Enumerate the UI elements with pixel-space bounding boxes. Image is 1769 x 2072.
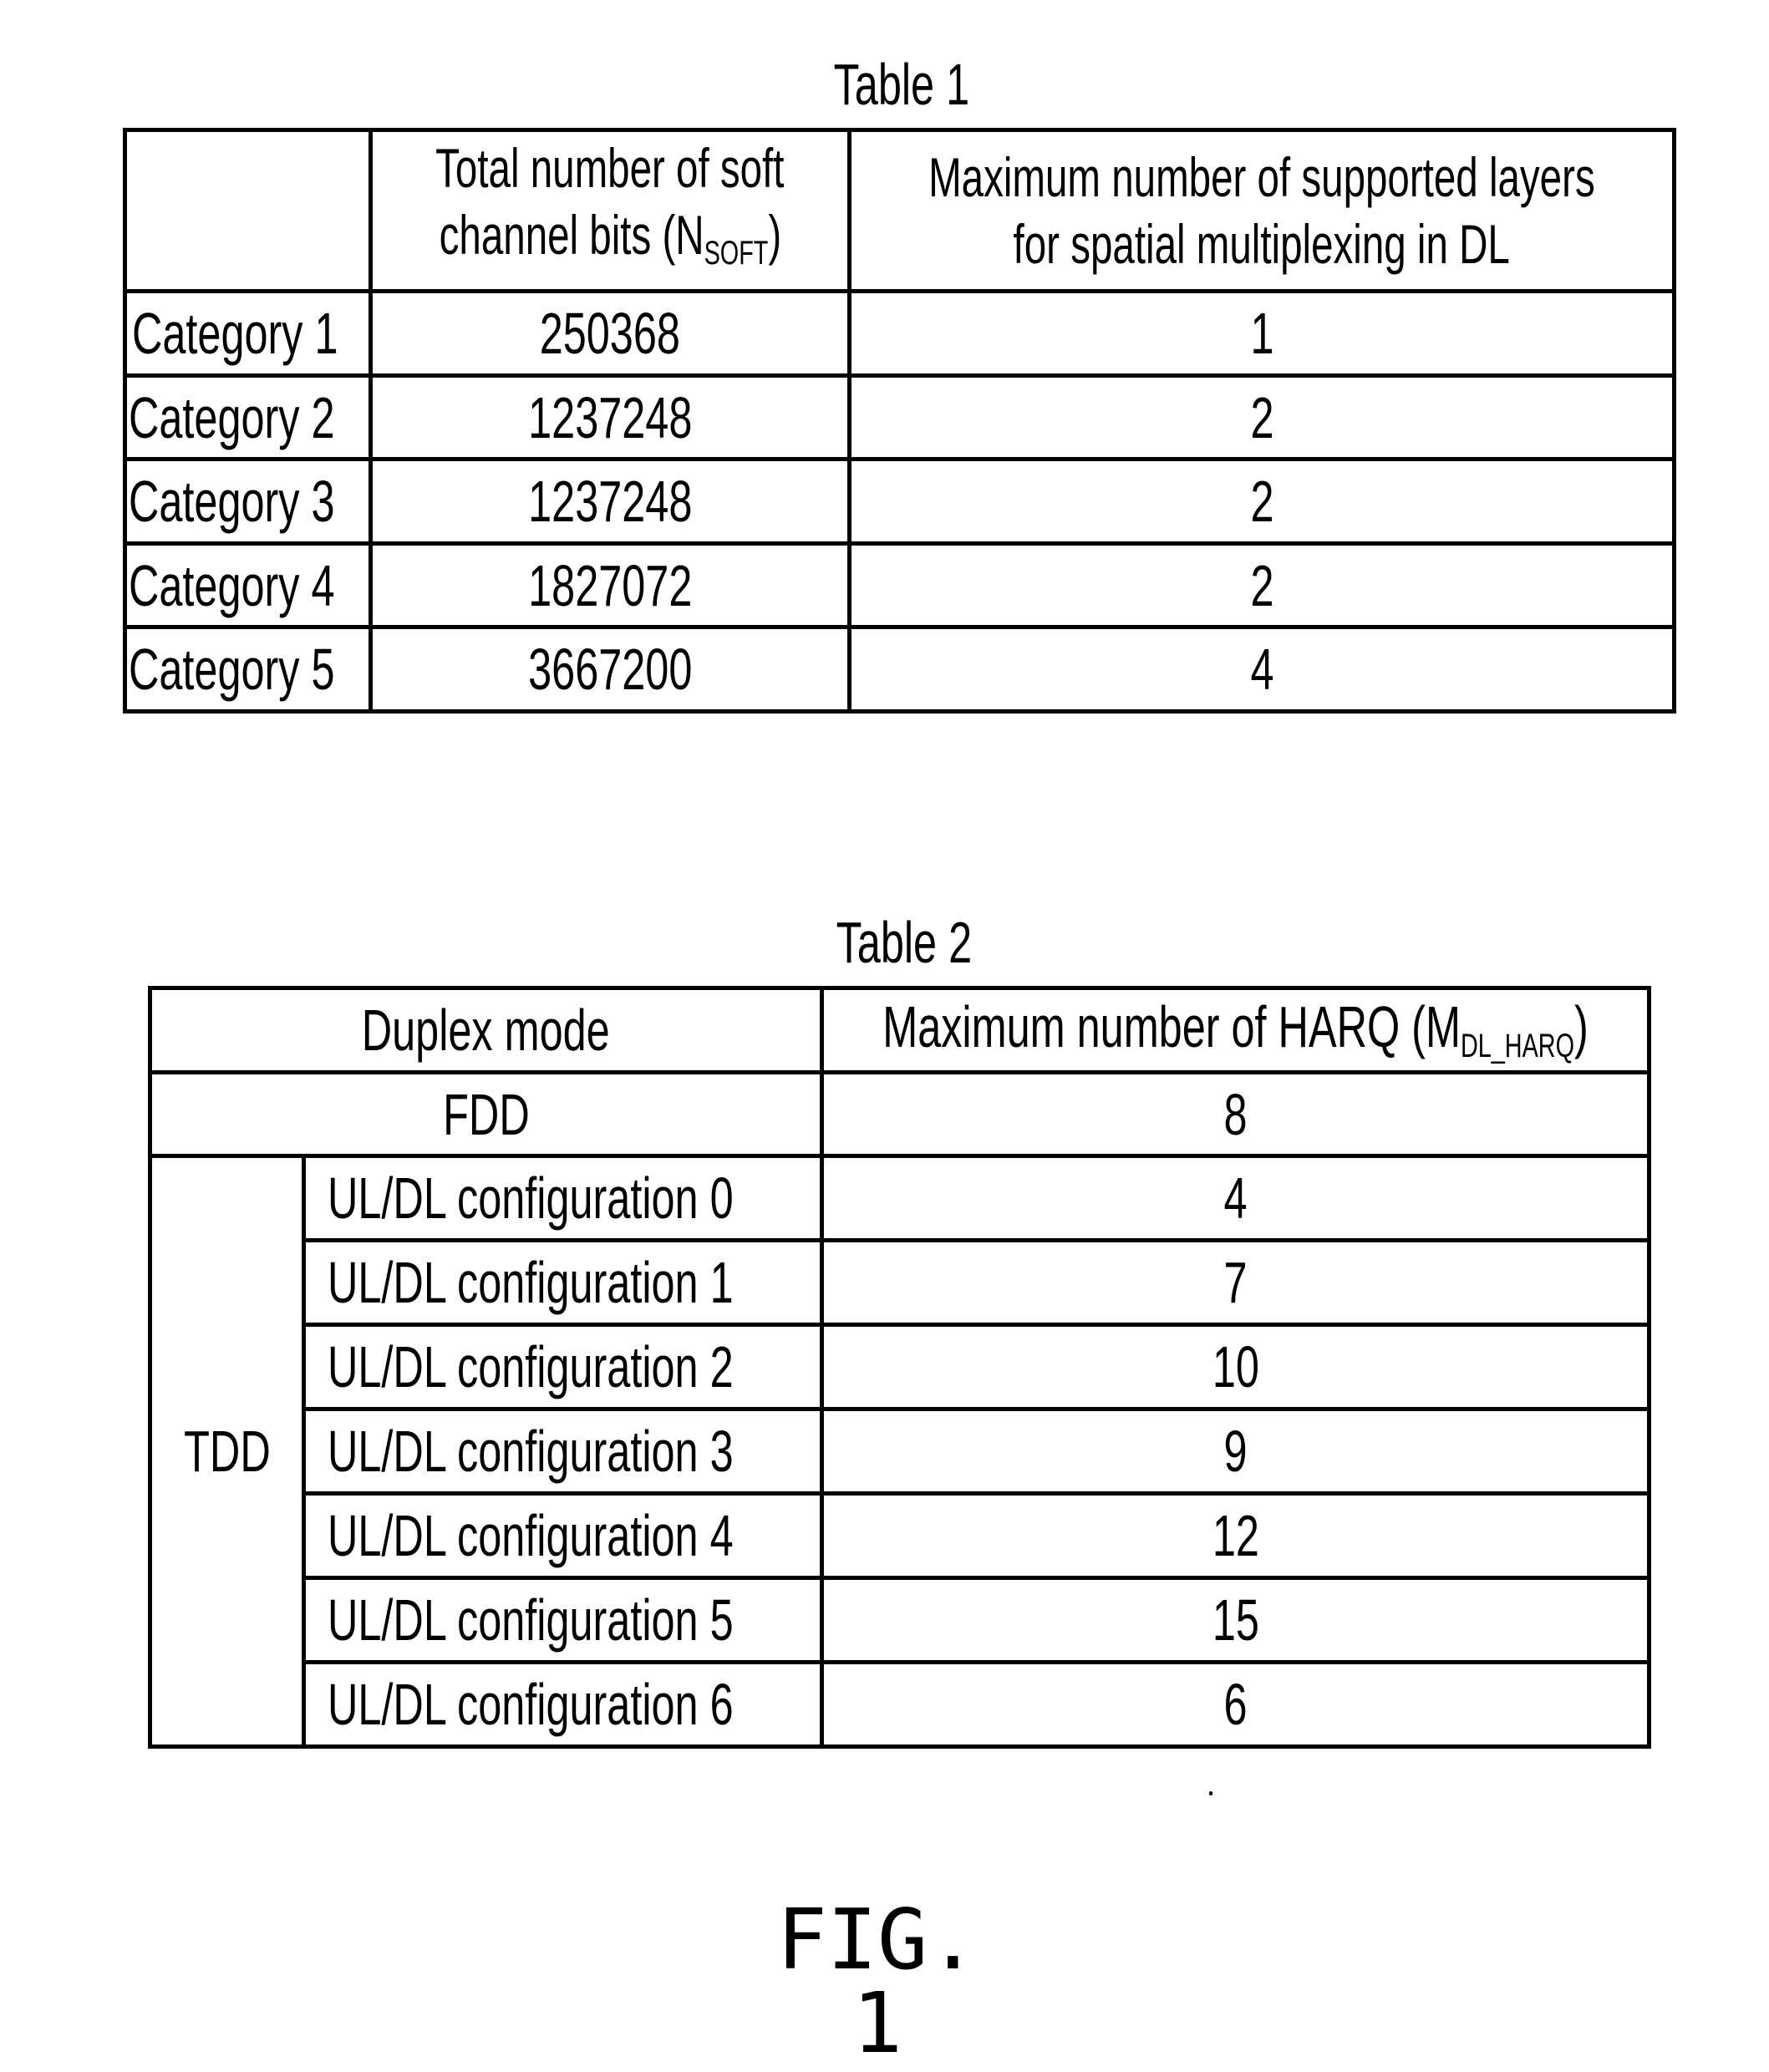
table1-border-bottom [125, 709, 1676, 714]
table2-border-bottom [150, 1744, 1651, 1749]
soft-bits-cell: 1237248 [527, 385, 693, 450]
header-line: for spatial multiplexing in DL [1013, 213, 1511, 275]
category-cell: Category 4 [129, 553, 335, 618]
config-cell: UL/DL configuration 2 [328, 1334, 734, 1399]
table2-header-max-harq: Maximum number of HARQ (MDL_HARQ) [882, 994, 1589, 1064]
table1-header-layers: Maximum number of supported layers for s… [851, 132, 1672, 289]
scan-artifact-dot [1209, 1791, 1212, 1795]
soft-bits-cell: 3667200 [527, 637, 693, 702]
layers-cell: 2 [1249, 385, 1274, 450]
header-line: Maximum number of supported layers [928, 146, 1595, 208]
table2-header-duplex-mode: Duplex mode [362, 998, 610, 1063]
table1-header-soft-bits: Total number of soft channel bits (NSOFT… [373, 132, 847, 289]
layers-cell: 1 [1249, 301, 1274, 366]
soft-bits-cell: 1237248 [527, 469, 693, 534]
harq-value-cell: 6 [1223, 1672, 1248, 1737]
config-cell: UL/DL configuration 4 [328, 1503, 734, 1568]
category-cell: Category 3 [129, 469, 335, 534]
category-cell: Category 1 [132, 301, 338, 366]
soft-bits-cell: 250368 [539, 301, 681, 366]
harq-value-cell: 8 [1223, 1081, 1248, 1147]
subscript: SOFT [704, 235, 768, 272]
table2-title: Table 2 [836, 910, 973, 975]
layers-cell: 2 [1249, 553, 1274, 618]
layers-cell: 2 [1249, 469, 1274, 534]
harq-value-cell: 10 [1212, 1334, 1259, 1399]
category-cell: Category 2 [129, 385, 335, 450]
category-cell: Category 5 [129, 637, 335, 702]
figure-label: FIG. 1 [776, 1891, 979, 2072]
soft-bits-cell: 1827072 [527, 553, 693, 618]
tdd-mode-cell: TDD [183, 1419, 271, 1484]
harq-value-cell: 4 [1223, 1166, 1248, 1231]
config-cell: UL/DL configuration 6 [328, 1672, 734, 1737]
header-line: channel bits (NSOFT) [439, 204, 781, 272]
harq-value-cell: 9 [1223, 1419, 1248, 1484]
duplex-mode-cell: FDD [442, 1081, 530, 1147]
harq-value-cell: 12 [1212, 1503, 1259, 1568]
config-cell: UL/DL configuration 1 [328, 1250, 734, 1315]
header-line: Total number of soft [435, 137, 785, 199]
config-cell: UL/DL configuration 5 [328, 1587, 734, 1653]
harq-value-cell: 15 [1212, 1587, 1259, 1653]
layers-cell: 4 [1249, 637, 1274, 702]
table1-title: Table 1 [833, 52, 970, 117]
table1-header-empty [127, 132, 369, 289]
harq-value-cell: 7 [1223, 1250, 1248, 1315]
config-cell: UL/DL configuration 3 [328, 1419, 734, 1484]
table2-border-right [1647, 986, 1651, 1749]
subscript: DL_HARQ [1460, 1028, 1574, 1064]
config-cell: UL/DL configuration 0 [328, 1166, 734, 1231]
